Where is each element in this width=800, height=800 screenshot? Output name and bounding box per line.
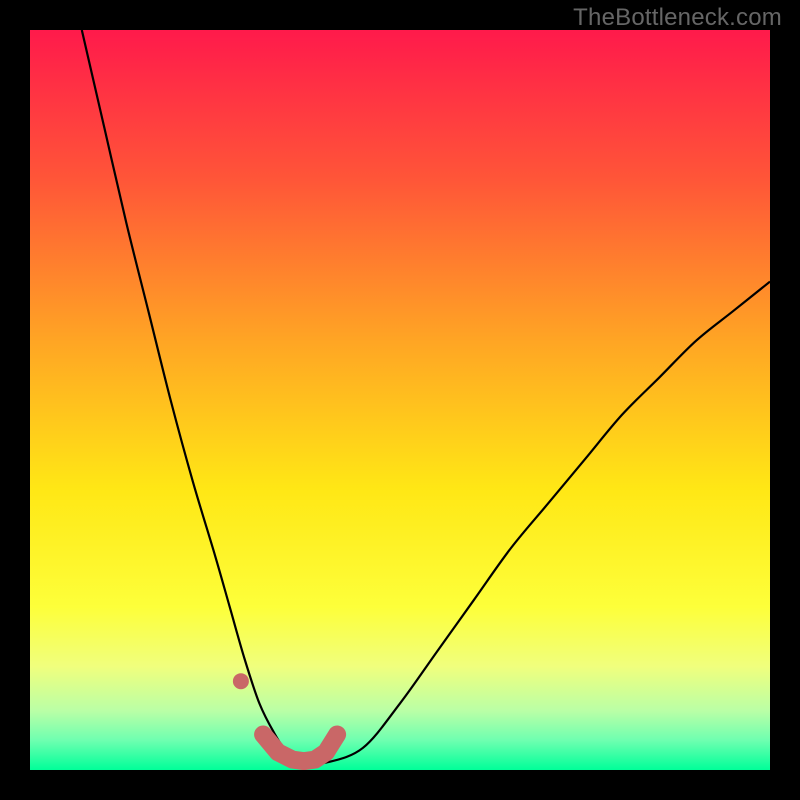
bottleneck-marker-dot	[233, 673, 249, 689]
plot-area	[30, 30, 770, 770]
gradient-background	[30, 30, 770, 770]
watermark-text: TheBottleneck.com	[573, 4, 782, 32]
plot-svg	[30, 30, 770, 770]
chart-frame: TheBottleneck.com	[0, 0, 800, 800]
